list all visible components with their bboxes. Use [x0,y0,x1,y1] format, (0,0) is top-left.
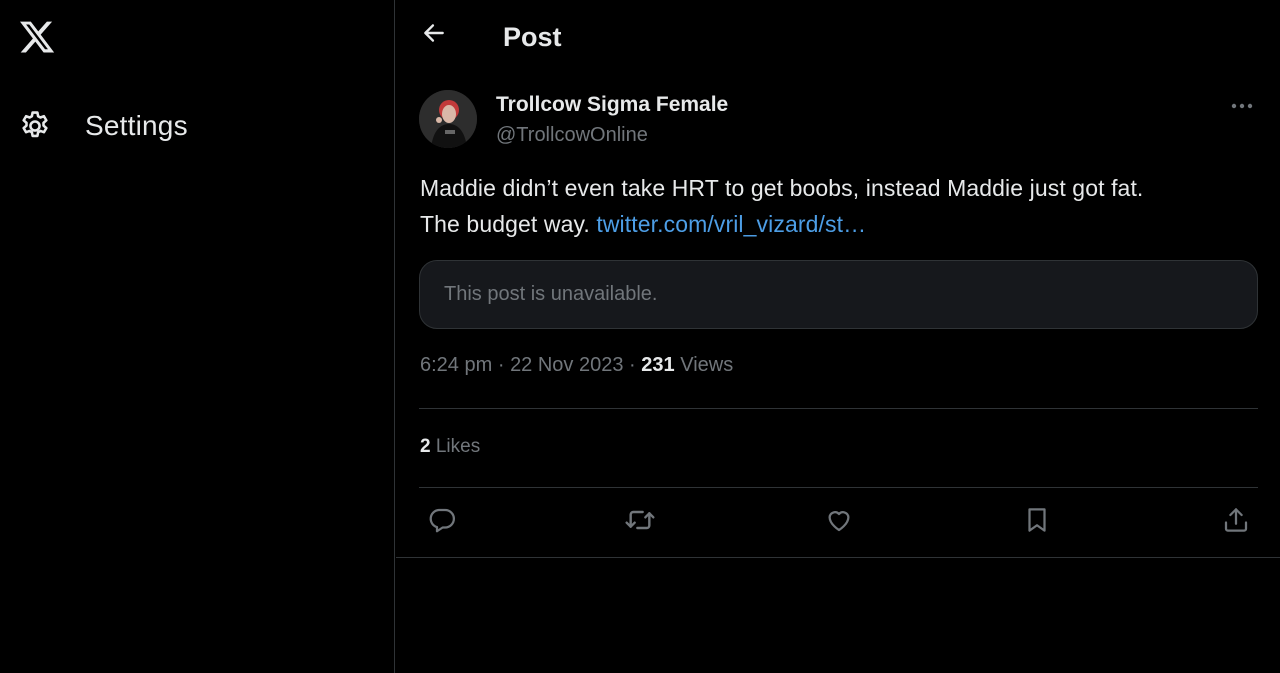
more-options-button[interactable] [1226,92,1258,120]
divider [396,557,1280,558]
page-header: Post [396,0,1280,76]
post-text-line1: Maddie didn’t even take HRT to get boobs… [420,175,1144,201]
gear-icon [18,109,52,143]
sidebar-item-settings[interactable]: Settings [12,102,200,150]
bookmark-icon [1022,505,1052,540]
post-text-line2: The budget way. [420,211,590,237]
divider [419,408,1258,409]
post-text: Maddie didn’t even take HRT to get boobs… [420,170,1270,242]
likes-count: 2 [420,436,431,457]
repost-icon [624,504,656,541]
post-link[interactable]: twitter.com/vril_vizard/st… [596,211,866,237]
x-logo-icon[interactable] [16,16,58,58]
post-date[interactable]: 22 Nov 2023 [510,354,623,376]
share-icon [1221,505,1251,540]
unavailable-text: This post is unavailable. [444,283,658,305]
arrow-left-icon [421,20,447,51]
bookmark-button[interactable] [1017,502,1057,542]
sidebar-item-label: Settings [85,110,188,141]
reply-icon [427,505,457,540]
like-button[interactable] [819,502,859,542]
page-title: Post [503,22,562,52]
author-handle[interactable]: @TrollcowOnline [496,124,648,147]
post-time[interactable]: 6:24 pm [420,354,492,376]
reply-button[interactable] [422,502,462,542]
main-column: Post Trollcow Sigma Female @TrollcowOnli… [396,0,1280,673]
sidebar: Settings [0,0,395,673]
more-horizontal-icon [1230,97,1254,115]
quoted-post-unavailable: This post is unavailable. [419,260,1258,329]
divider [419,487,1258,488]
post-meta: 6:24 pm · 22 Nov 2023 · 231 Views [420,354,733,377]
views-label: Views [680,354,734,376]
views-count: 231 [641,354,675,376]
avatar[interactable] [419,90,477,148]
likes-label: Likes [435,436,481,457]
back-button[interactable] [416,18,452,52]
author-name[interactable]: Trollcow Sigma Female [496,93,728,117]
likes-stat[interactable]: 2 Likes [420,436,480,458]
meta-separator: · [629,354,636,376]
meta-separator: · [497,354,505,376]
share-button[interactable] [1216,502,1256,542]
like-icon [824,505,854,540]
repost-button[interactable] [620,502,660,542]
